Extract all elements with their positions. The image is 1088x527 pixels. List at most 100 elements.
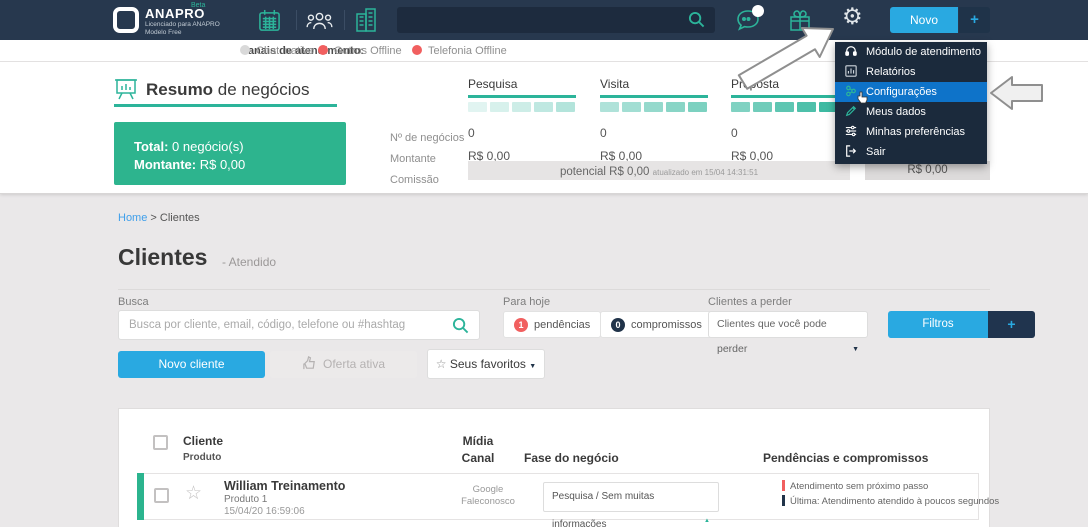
navy-indicator-bar [782,495,785,506]
annotation-arrow-to-gear-icon [733,24,839,94]
progress-segments [731,102,839,112]
menu-item-label: Relatórios [866,66,916,78]
search-icon[interactable] [688,11,705,28]
breadcrumb-home-link[interactable]: Home [118,212,147,224]
breadcrumb-current: Clientes [160,212,200,224]
row-checkbox[interactable] [154,488,169,503]
menu-item-sair[interactable]: Sair [835,142,987,162]
row-label-comissao: Comissão [390,170,464,191]
novo-plus-button[interactable]: + [959,7,990,33]
license-line2: Modelo Free [145,29,220,37]
filtros-plus-button[interactable]: + [988,311,1035,338]
summary-row-labels: Nº de negócios Montante Comissão [390,128,464,191]
compromissos-count-badge: 0 [611,318,625,332]
client-date: 15/04/20 16:59:06 [224,506,305,517]
summary-title: Resumo de negócios [146,80,309,100]
compromissos-button[interactable]: 0 compromissos [600,311,713,338]
divider [118,289,990,290]
license-line1: Licenciado para ANAPRO [145,21,220,29]
summary-total-box: Total: 0 negócio(s) Montante: R$ 0,00 [114,122,346,185]
oferta-ativa-label: Oferta ativa [323,357,385,371]
clientes-a-perder-label: Clientes a perder [708,296,792,308]
channel-telefonia-status: Telefonia Offline [412,45,507,57]
brand-name: ANAPRO [145,6,205,21]
channel-label: Chat inativo [256,45,314,57]
calendar-icon[interactable] [258,9,281,32]
search-icon[interactable] [452,317,469,334]
seus-favoritos-button[interactable]: ☆ Seus favoritos ▼ [427,349,545,379]
menu-item-meus-dados[interactable]: Meus dados [835,102,987,122]
global-search-input[interactable] [397,7,715,33]
menu-item-label: Configurações [866,86,937,98]
headset-icon [845,45,859,57]
funnel-column-visita: Visita 0 R$ 0,00 [600,77,710,163]
divider [344,10,345,30]
summary-title-bold: Resumo [146,80,213,99]
breadcrumb: Home > Clientes [118,212,200,224]
montante-label: Montante: [134,157,196,172]
gray-status-dot-icon [240,45,250,55]
channel-label: Telefonia Offline [428,45,507,57]
fase-negocio-select[interactable]: Pesquisa / Sem muitas informações ▲▼ [543,482,719,512]
menu-item-modulo-atendimento[interactable]: Módulo de atendimento [835,42,987,62]
menu-item-minhas-preferencias[interactable]: Minhas preferências [835,122,987,142]
breadcrumb-separator: > [147,212,160,224]
menu-item-label: Módulo de atendimento [866,46,981,58]
column-underline [731,95,839,98]
column-negocios-value: 0 [468,126,578,140]
summary-underline [114,104,337,107]
pendencias-count-badge: 1 [514,318,528,332]
pendencia-line-1: Atendimento sem próximo passo [782,480,928,492]
red-indicator-bar [782,480,785,491]
header-produto: Produto [183,452,221,463]
favorite-star-icon[interactable]: ☆ [185,482,202,504]
oferta-ativa-button-disabled: Oferta ativa [270,351,417,378]
sliders-icon [845,125,859,137]
comissao-potential-bar: potencial R$ 0,00 atualizado em 15/04 14… [468,161,850,180]
select-value: Clientes que você pode perder [717,318,827,355]
gear-icon[interactable]: ⚙ [842,4,863,30]
summary-title-rest: de negócios [213,80,309,99]
pendencia-text: Atendimento sem próximo passo [790,481,928,492]
menu-item-label: Minhas preferências [866,126,965,138]
column-underline [600,95,708,98]
select-all-checkbox[interactable] [153,435,168,450]
logout-icon [845,145,859,157]
red-status-dot-icon [412,45,422,55]
total-label: Total: [134,139,168,154]
column-name: Visita [600,77,710,91]
header-fase-negocio: Fase do negócio [524,451,619,465]
channel-outros-status: Outros Offline [318,45,402,57]
menu-item-configuracoes[interactable]: Configurações [835,82,987,102]
header-canal: Canal [452,451,504,465]
seus-favoritos-label: Seus favoritos [447,357,530,371]
client-name[interactable]: William Treinamento [224,479,345,493]
pendencia-line-2: Última: Atendimento atendido à poucos se… [782,495,999,507]
row-label-negocios: Nº de negócios [390,128,464,149]
column-name: Pesquisa [468,77,578,91]
funnel-column-pesquisa: Pesquisa 0 R$ 0,00 [468,77,578,163]
progress-segments [600,102,708,112]
pendencia-text: Última: Atendimento atendido à poucos se… [790,496,999,507]
building-icon[interactable] [355,8,377,32]
client-canal: Faleconosco [461,496,515,507]
channel-label: Outros Offline [334,45,402,57]
report-icon [845,65,859,77]
client-midia-canal: Google Faleconosco [448,484,528,508]
people-icon[interactable] [306,11,333,30]
client-search-input[interactable] [118,310,480,340]
page-subtitle: - Atendido [222,255,276,269]
menu-item-relatorios[interactable]: Relatórios [835,62,987,82]
client-midia: Google [473,484,504,495]
pendencias-button[interactable]: 1 pendências [503,311,601,338]
top-navbar: Beta ANAPRO Licenciado para ANAPRO Model… [0,0,1088,40]
header-midia: Mídia [452,434,504,448]
sort-arrows-icon: ▲▼ [704,511,710,527]
filtros-button[interactable]: Filtros [888,311,988,338]
divider [296,10,297,30]
novo-cliente-button[interactable]: Novo cliente [118,351,265,378]
novo-button[interactable]: Novo [890,7,958,33]
column-negocios-value: 0 [731,126,841,140]
clientes-a-perder-select[interactable]: Clientes que você pode perder ▼ [708,311,868,338]
chevron-down-icon: ▼ [529,363,536,370]
